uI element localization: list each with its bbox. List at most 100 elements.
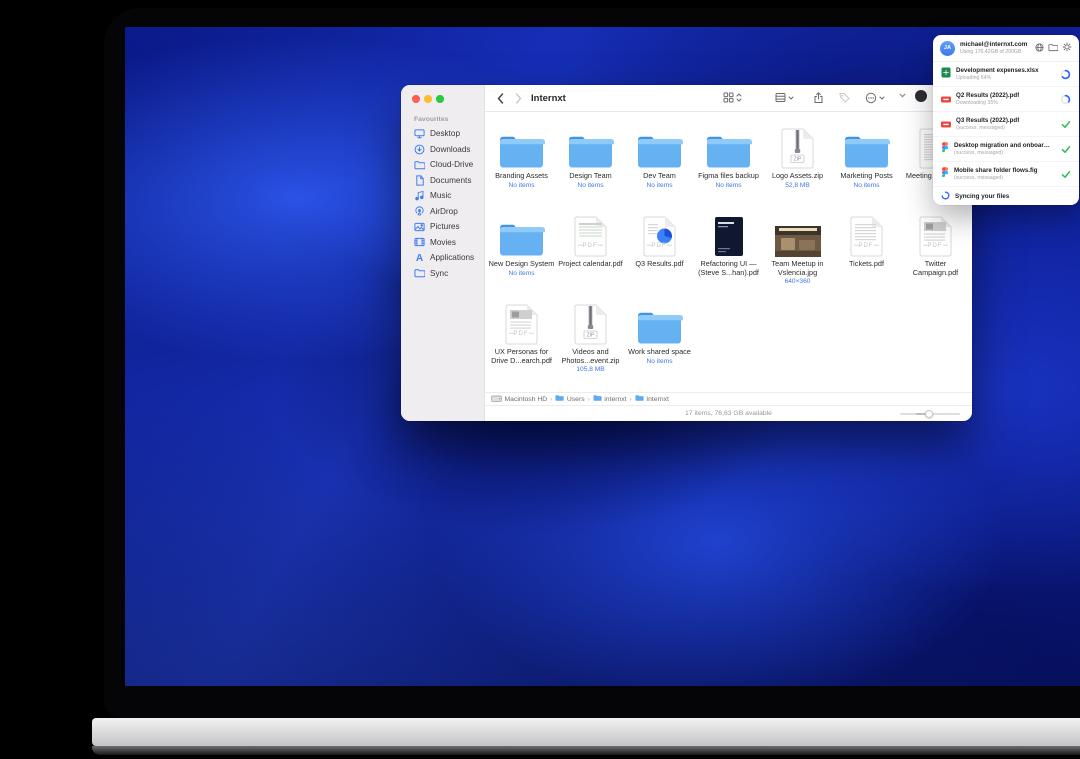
- path-separator: ›: [550, 396, 552, 403]
- file-info: No items: [508, 182, 534, 189]
- path-crumb[interactable]: internxt: [593, 394, 627, 404]
- desktop-icon: [414, 128, 425, 139]
- path-crumb-label: Users: [567, 396, 585, 403]
- file-info: 52,8 MB: [785, 182, 810, 189]
- path-crumb-label: Macintosh HD: [505, 396, 548, 403]
- file-name: Videos and Photos...event.zip: [558, 348, 624, 365]
- sidebar-item-desktop[interactable]: Desktop: [401, 126, 484, 142]
- icon-view-button[interactable]: [723, 92, 742, 103]
- file-item[interactable]: ZIPLogo Assets.zip52,8 MB: [763, 126, 832, 214]
- sidebar-item-sync[interactable]: Sync: [401, 266, 484, 282]
- file-item[interactable]: PDF UX Personas for Drive D...earch.pdf: [487, 302, 556, 390]
- file-item[interactable]: Team Meetup in Vslencia.jpg640×360: [763, 214, 832, 302]
- file-item[interactable]: ZIPVideos and Photos...event.zip105,8 MB: [556, 302, 625, 390]
- svg-text:PDF: PDF: [652, 243, 667, 249]
- forward-button[interactable]: [511, 90, 525, 106]
- file-name: UX Personas for Drive D...earch.pdf: [489, 348, 555, 365]
- file-name: Twitter Campaign.pdf: [903, 260, 969, 277]
- file-item[interactable]: Dev TeamNo items: [625, 126, 694, 214]
- progress-ring-icon: [1060, 69, 1071, 80]
- toolbar-overflow-chevron[interactable]: [899, 92, 906, 99]
- svg-text:PDF: PDF: [514, 331, 529, 337]
- sync-file-status-text: (success, messaged): [954, 175, 1038, 181]
- sidebar-item-label: Cloud-Drive: [430, 160, 473, 169]
- share-button[interactable]: [813, 92, 824, 104]
- sync-item[interactable]: Q2 Results (2022).pdfDownloading 35%: [933, 87, 1079, 112]
- sidebar-item-label: Applications: [430, 253, 474, 262]
- pdf-image-icon: PDF: [919, 214, 952, 257]
- file-name: Refactoring UI — (Steve S...han).pdf: [696, 260, 762, 277]
- sync-item[interactable]: Mobile share folder flows.fig(success, m…: [933, 162, 1079, 187]
- file-name: Design Team: [569, 172, 611, 181]
- sidebar-item-applications[interactable]: A Applications: [401, 250, 484, 266]
- gear-icon[interactable]: [1062, 39, 1072, 57]
- file-item[interactable]: PDFTickets.pdf: [832, 214, 901, 302]
- minimize-window-button[interactable]: [424, 95, 432, 103]
- back-button[interactable]: [493, 90, 507, 106]
- file-name: Work shared space: [628, 348, 691, 357]
- path-crumb[interactable]: Internxt: [635, 394, 669, 404]
- pdf-table-icon: PDF: [574, 214, 607, 257]
- file-item[interactable]: Refactoring UI — (Steve S...han).pdf: [694, 214, 763, 302]
- pdf-file-icon: [941, 115, 951, 133]
- folder-icon: [414, 268, 425, 279]
- path-crumb[interactable]: Macintosh HD: [491, 394, 547, 405]
- sync-item[interactable]: Development expenses.xlsxUploading 64%: [933, 62, 1079, 87]
- icon-size-slider[interactable]: [900, 413, 960, 415]
- file-info: No items: [508, 270, 534, 277]
- sidebar-item-music[interactable]: Music: [401, 188, 484, 204]
- sidebar-item-cloud-drive[interactable]: Cloud-Drive: [401, 157, 484, 173]
- folder-mini-icon: [593, 394, 602, 404]
- pictures-icon: [414, 221, 425, 232]
- file-item[interactable]: New Design SystemNo items: [487, 214, 556, 302]
- sidebar-item-airdrop[interactable]: AirDrop: [401, 204, 484, 220]
- file-item[interactable]: Design TeamNo items: [556, 126, 625, 214]
- slider-knob[interactable]: [925, 410, 933, 418]
- file-item[interactable]: Work shared spaceNo items: [625, 302, 694, 390]
- book-icon: [714, 214, 744, 257]
- sync-item[interactable]: Q3 Results (2022).pdf(success, messaged): [933, 112, 1079, 137]
- check-icon: [1061, 120, 1071, 129]
- sidebar-list: Desktop Downloads Cloud-Drive DocumentsMusi…: [401, 126, 484, 281]
- internxt-sync-panel: JA michael@internxt.com Using 176,42GB o…: [933, 35, 1079, 205]
- path-crumb[interactable]: Users: [555, 394, 584, 404]
- close-window-button[interactable]: [412, 95, 420, 103]
- folder-icon[interactable]: [1048, 39, 1058, 57]
- svg-text:PDF: PDF: [859, 243, 874, 249]
- file-item[interactable]: PDFProject calendar.pdf: [556, 214, 625, 302]
- sidebar-item-pictures[interactable]: Pictures: [401, 219, 484, 235]
- sidebar-item-movies[interactable]: Movies: [401, 235, 484, 251]
- file-name: Q3 Results.pdf: [635, 260, 683, 269]
- globe-icon[interactable]: [1035, 39, 1044, 57]
- internxt-menubar-icon[interactable]: [915, 90, 927, 102]
- file-name: Marketing Posts: [840, 172, 892, 181]
- more-actions-button[interactable]: [865, 92, 885, 104]
- svg-text:A: A: [416, 253, 424, 263]
- group-by-button[interactable]: [775, 92, 794, 103]
- window-controls: [412, 95, 444, 103]
- sync-panel-header: JA michael@internxt.com Using 176,42GB o…: [933, 35, 1079, 62]
- sidebar-item-documents[interactable]: Documents: [401, 173, 484, 189]
- file-item[interactable]: Marketing PostsNo items: [832, 126, 901, 214]
- file-item[interactable]: PDF Twitter Campaign.pdf: [901, 214, 970, 302]
- file-info: No items: [715, 182, 741, 189]
- sync-file-status-text: (success, messaged): [954, 150, 1052, 156]
- sidebar-item-downloads[interactable]: Downloads: [401, 142, 484, 158]
- folder-icon: [705, 126, 752, 169]
- sync-item[interactable]: Desktop migration and onboardi…(success,…: [933, 137, 1079, 162]
- file-name: Branding Assets: [495, 172, 548, 181]
- file-item[interactable]: PDF Q3 Results.pdf: [625, 214, 694, 302]
- sidebar-item-label: Movies: [430, 238, 456, 247]
- figma-file-icon: [941, 165, 949, 183]
- chevron-down-icon: [788, 95, 794, 101]
- file-item[interactable]: Branding AssetsNo items: [487, 126, 556, 214]
- music-icon: [414, 190, 425, 201]
- figma-file-icon: [941, 140, 949, 158]
- sidebar-item-label: Downloads: [430, 145, 471, 154]
- tag-button[interactable]: [839, 92, 850, 103]
- zoom-window-button[interactable]: [436, 95, 444, 103]
- file-item[interactable]: Figma files backupNo items: [694, 126, 763, 214]
- folder-icon: [567, 126, 614, 169]
- path-crumb-label: Internxt: [646, 396, 669, 403]
- folder-icon: [414, 159, 425, 170]
